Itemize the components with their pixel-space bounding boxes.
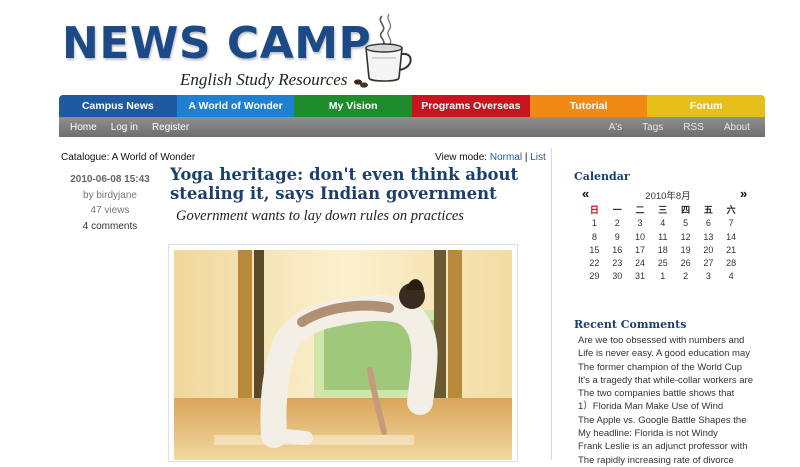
view-mode: View mode: Normal | List [435,152,546,163]
calendar-day[interactable]: 11 [651,231,674,244]
calendar-week-row: 29 30 31 1 2 3 4 [583,270,743,283]
subnav-as-link[interactable]: A's [609,122,623,133]
calendar-day[interactable]: 2 [674,270,697,283]
calendar-day[interactable]: 20 [697,244,720,257]
calendar-day[interactable]: 12 [674,231,697,244]
calendar-day[interactable]: 10 [629,231,652,244]
view-mode-normal-link[interactable]: Normal [490,152,522,163]
calendar-day[interactable]: 19 [674,244,697,257]
calendar-day[interactable]: 5 [674,217,697,230]
calendar-day[interactable]: 23 [606,257,629,270]
calendar-day[interactable]: 4 [720,270,743,283]
calendar-day[interactable]: 27 [697,257,720,270]
recent-comment-item[interactable]: The former champion of the World Cup [578,361,758,374]
calendar-weekday: 五 [703,205,713,215]
recent-comment-item[interactable]: Are we too obsessed with numbers and [578,334,758,347]
catalogue-label: Catalogue: A World of Wonder [61,152,196,163]
calendar-day[interactable]: 22 [583,257,606,270]
calendar-day[interactable]: 13 [697,231,720,244]
subnav-home-link[interactable]: Home [70,122,97,133]
post-comments-link[interactable]: 4 comments [60,219,160,235]
calendar-day[interactable]: 9 [606,231,629,244]
calendar-prev-month-button[interactable]: « [582,186,589,201]
calendar-weekday: 六 [726,205,736,215]
calendar-weekday: 二 [635,205,645,215]
post-views: 47 views [90,205,130,216]
post-meta: 2010-06-08 15:43 by birdyjane 47 views 4… [60,172,160,234]
calendar-day[interactable]: 25 [651,257,674,270]
recent-comment-item[interactable]: The two companies battle shows that [578,387,758,400]
calendar-day[interactable]: 8 [583,231,606,244]
recent-comments-list: Are we too obsessed with numbers and Lif… [578,334,758,467]
calendar-month-label: 2010年8月 [645,191,691,202]
calendar-day[interactable]: 6 [697,217,720,230]
nav-tab-world-of-wonder[interactable]: A World of Wonder [176,95,295,117]
calendar-day[interactable]: 28 [720,257,743,270]
calendar-weekday: 一 [612,205,622,215]
subnav-register-link[interactable]: Register [152,122,189,133]
nav-tab-campus-news[interactable]: Campus News [59,95,177,117]
column-divider [551,148,552,460]
calendar-weekday: 日 [589,205,599,215]
calendar-week-row: 8 9 10 11 12 13 14 [583,231,743,244]
calendar-heading: Calendar [574,170,630,183]
site-subtitle: English Study Resources [180,70,348,89]
calendar-day[interactable]: 24 [629,257,652,270]
recent-comment-item[interactable]: 1）Florida Man Make Use of Wind [578,400,758,413]
calendar-day[interactable]: 31 [629,270,652,283]
calendar-day[interactable]: 4 [651,217,674,230]
calendar-day[interactable]: 16 [606,244,629,257]
calendar-next-month-button[interactable]: » [740,186,747,201]
site-logo-title[interactable]: NEWS CAMP [62,14,371,74]
calendar-day[interactable]: 15 [583,244,606,257]
view-mode-separator: | [522,152,531,163]
calendar-day[interactable]: 2 [606,217,629,230]
calendar-weekday: 三 [658,205,668,215]
nav-tab-my-vision[interactable]: My Vision [294,95,413,117]
calendar-day[interactable]: 26 [674,257,697,270]
post-title[interactable]: Yoga heritage: don't even think about st… [170,165,550,203]
calendar-week-row: 1 2 3 4 5 6 7 [583,217,743,230]
view-mode-label: View mode: [435,152,490,163]
calendar-day[interactable]: 1 [651,270,674,283]
post-datetime: 2010-06-08 15:43 [70,174,150,185]
post-image-yoga [174,250,512,460]
recent-comment-item[interactable]: It's a tragedy that while-collar workers… [578,374,758,387]
calendar-day[interactable]: 18 [651,244,674,257]
calendar-day[interactable]: 29 [583,270,606,283]
calendar-day[interactable]: 3 [629,217,652,230]
calendar-weekday: 四 [681,205,691,215]
calendar-day[interactable]: 1 [583,217,606,230]
subnav-rss-link[interactable]: RSS [683,122,704,133]
recent-comments-heading: Recent Comments [574,318,687,331]
calendar-weekday-row: 日 一 二 三 四 五 六 [583,204,743,217]
calendar-week-row: 22 23 24 25 26 27 28 [583,257,743,270]
recent-comment-item[interactable]: The Apple vs. Google Battle Shapes the [578,414,758,427]
nav-tab-programs-overseas[interactable]: Programs Overseas [412,95,530,117]
calendar-day[interactable]: 21 [720,244,743,257]
calendar-day[interactable]: 14 [720,231,743,244]
recent-comment-item[interactable]: The rapidly increasing rate of divorce [578,454,758,467]
view-mode-list-link[interactable]: List [530,152,546,163]
calendar-day[interactable]: 3 [697,270,720,283]
calendar-grid: 日 一 二 三 四 五 六 1 2 3 4 5 6 7 8 9 10 11 12… [583,204,743,284]
post-subtitle: Government wants to lay down rules on pr… [176,208,464,224]
sub-nav: Home Log in Register A's Tags RSS About [59,117,765,137]
coffee-cup-icon [352,12,418,88]
post-author[interactable]: by birdyjane [60,188,160,204]
calendar-day[interactable]: 17 [629,244,652,257]
calendar-week-row: 15 16 17 18 19 20 21 [583,244,743,257]
main-nav: Campus News A World of Wonder My Vision … [59,95,765,117]
subnav-tags-link[interactable]: Tags [642,122,663,133]
recent-comment-item[interactable]: Life is never easy. A good education may [578,347,758,360]
subnav-about-link[interactable]: About [724,122,750,133]
recent-comment-item[interactable]: My headline: Florida is not Windy [578,427,758,440]
nav-tab-tutorial[interactable]: Tutorial [529,95,648,117]
recent-comment-item[interactable]: Frank Leslie is an adjunct professor wit… [578,440,758,453]
calendar-day[interactable]: 7 [720,217,743,230]
calendar-day[interactable]: 30 [606,270,629,283]
subnav-login-link[interactable]: Log in [111,122,138,133]
nav-tab-forum[interactable]: Forum [647,95,765,117]
